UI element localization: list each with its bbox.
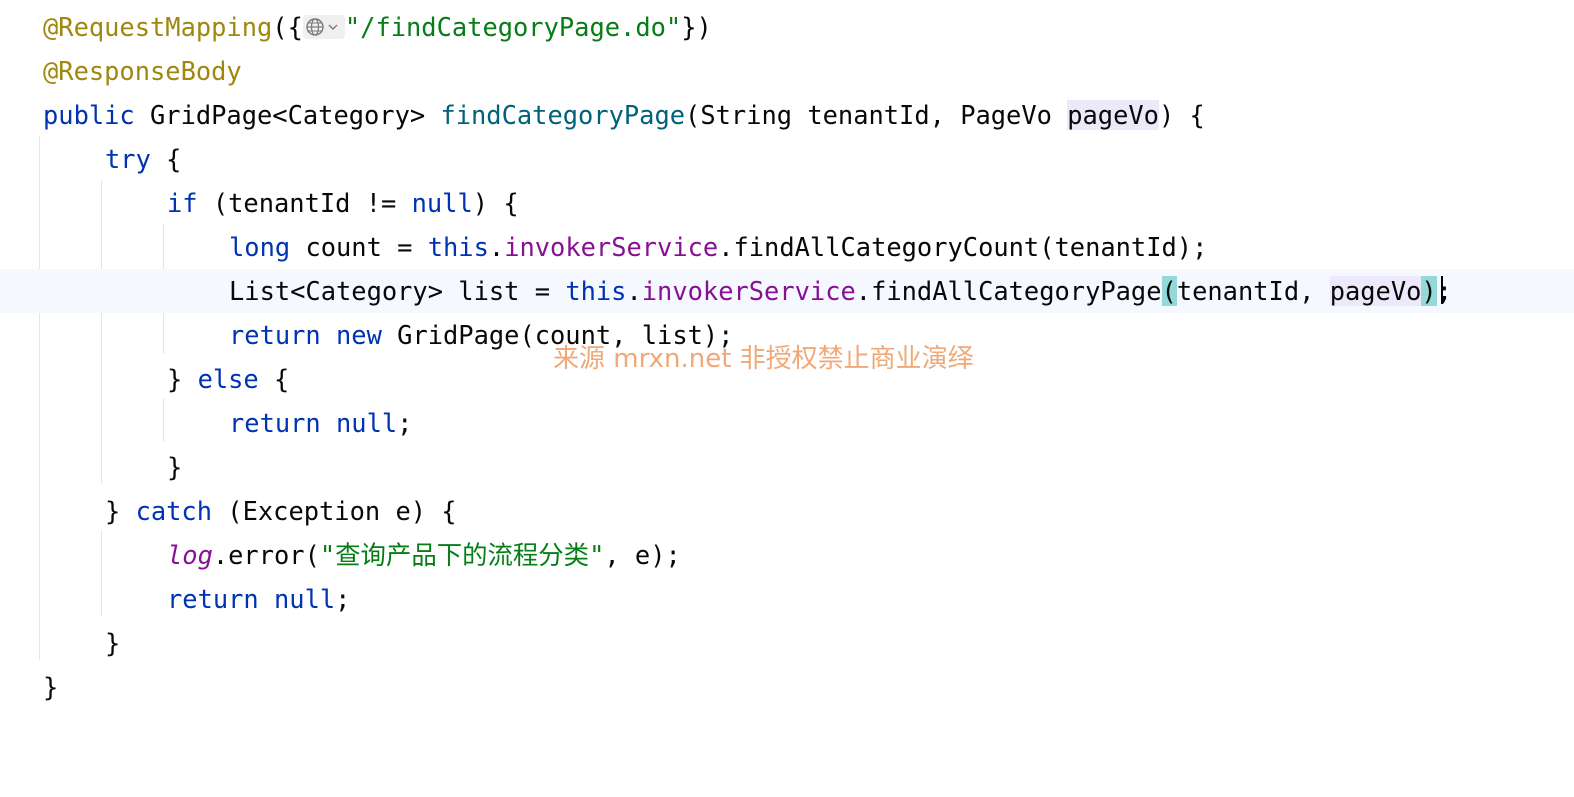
code-text: try { [105,137,181,181]
code-token: } [105,496,136,526]
code-token: }) [681,12,712,42]
code-token: tenantId, [1176,276,1330,306]
code-text: } [105,621,120,665]
code-text: } [167,445,182,489]
code-token: ; [1436,276,1452,306]
code-text: log.error("查询产品下的流程分类", e); [167,533,681,577]
code-line[interactable]: } [0,665,1574,709]
code-editor[interactable]: @RequestMapping({"/findCategoryPage.do"}… [0,0,1574,712]
code-token: } [43,672,59,702]
code-text: return null; [167,577,350,621]
code-token: ) { [472,188,519,218]
keyword-token: return [167,584,259,614]
annotation-token: @ResponseBody [43,56,242,86]
field-token: invokerService [641,276,856,306]
code-text: @RequestMapping({ "/findCategoryPage.do"}… [43,5,712,49]
code-token: .error( [212,540,320,570]
code-line[interactable]: } catch (Exception e) { [0,489,1574,533]
code-line[interactable]: public GridPage<Category> findCategoryPa… [0,93,1574,137]
keyword-token: null [336,408,398,438]
code-line[interactable]: } [0,445,1574,489]
code-line[interactable]: if (tenantId != null) { [0,181,1574,225]
code-token: .findAllCategoryCount(tenantId); [718,232,1208,262]
keyword-token: null [411,188,473,218]
code-line[interactable]: log.error("查询产品下的流程分类", e); [0,533,1574,577]
code-line[interactable]: @RequestMapping({ "/findCategoryPage.do"}… [0,5,1574,49]
static-field-token: log [167,540,213,570]
code-line[interactable]: try { [0,137,1574,181]
keyword-token: return [229,408,321,438]
keyword-token: else [197,364,259,394]
matched-paren: ( [1161,276,1177,306]
keyword-token: return [229,320,321,350]
code-token: . [626,276,642,306]
keyword-token: null [274,584,336,614]
method-name-token: findCategoryPage [440,100,686,130]
keyword-token: if [167,188,198,218]
keyword-token: long [229,232,291,262]
keyword-token: this [427,232,489,262]
code-line[interactable]: return null; [0,401,1574,445]
string-token: "查询产品下的流程分类" [319,540,605,570]
code-token: .findAllCategoryPage [855,276,1162,306]
code-text: @ResponseBody [43,49,242,93]
code-token: { [258,364,290,394]
code-text: } [43,665,58,709]
code-token: (Exception e) { [212,496,457,526]
code-text: if (tenantId != null) { [167,181,519,225]
code-text: public GridPage<Category> findCategoryPa… [43,93,1205,137]
chevron-down-icon [328,24,338,30]
keyword-token: this [565,276,627,306]
keyword-token: try [105,144,151,174]
keyword-token: new [336,320,382,350]
text-caret [1441,276,1443,304]
matched-paren: ) [1421,276,1437,306]
current-code-line[interactable]: List<Category> list = this.invokerServic… [0,269,1574,313]
code-token: } [167,364,198,394]
code-text: return null; [229,401,412,445]
highlighted-identifier: pageVo [1329,276,1422,306]
watermark-text: 来源 mrxn.net 非授权禁止商业演绎 [553,344,974,374]
code-token: , e); [604,540,681,570]
code-token: { [150,144,182,174]
code-text: long count = this.invokerService.findAll… [229,225,1207,269]
code-text: } else { [167,357,289,401]
keyword-token: public [43,100,135,130]
code-text: } catch (Exception e) { [105,489,457,533]
globe-icon[interactable] [302,15,345,39]
code-token: GridPage<Category> [134,100,441,130]
code-token: . [488,232,505,262]
code-token: count = [290,232,428,262]
annotation-token: @RequestMapping [43,12,273,42]
code-line[interactable]: @ResponseBody [0,49,1574,93]
code-token: (String tenantId, PageVo [685,100,1068,130]
highlighted-identifier: pageVo [1067,100,1159,130]
code-text: List<Category> list = this.invokerServic… [229,269,1452,313]
keyword-token: catch [135,496,213,526]
code-token: ; [335,584,351,614]
code-token: List<Category> list = [229,276,566,306]
code-line[interactable]: return null; [0,577,1574,621]
string-token: "/findCategoryPage.do" [344,12,682,42]
code-line[interactable]: } [0,621,1574,665]
code-token: } [105,628,121,658]
code-token: } [167,452,183,482]
code-token: (tenantId != [197,188,412,218]
code-token: ) { [1158,100,1205,130]
code-token: ; [397,408,413,438]
field-token: invokerService [504,232,719,262]
code-line[interactable]: long count = this.invokerService.findAll… [0,225,1574,269]
code-token: ({ [272,12,303,42]
